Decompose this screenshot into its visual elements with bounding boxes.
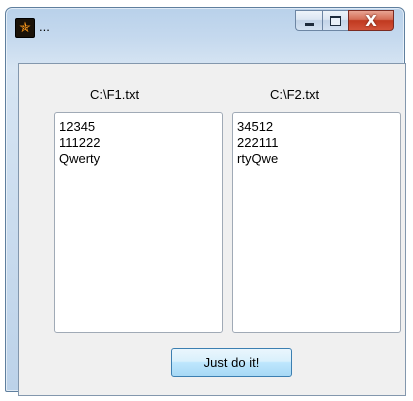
caption-buttons: X [295,10,394,31]
left-file-label: C:\F1.txt [90,87,140,102]
close-icon: X [365,11,377,30]
maximize-button[interactable] [322,10,348,31]
minimize-icon [304,22,314,26]
close-button[interactable]: X [348,10,394,31]
star-icon[interactable]: ✯ [15,18,35,38]
list-item[interactable]: Qwerty [59,151,222,167]
right-listbox[interactable]: 34512 222111 rtyQwe [232,112,401,333]
left-listbox[interactable]: 12345 111222 Qwerty [54,112,223,333]
list-item[interactable]: 34512 [237,119,400,135]
list-item[interactable]: rtyQwe [237,151,400,167]
right-file-label: C:\F2.txt [270,87,320,102]
list-item[interactable]: 222111 [237,135,400,151]
just-do-it-button[interactable]: Just do it! [171,348,292,377]
title-bar[interactable]: ✯ ... X [6,8,404,50]
window-title: ... [39,19,50,34]
minimize-button[interactable] [295,10,322,31]
list-item[interactable]: 111222 [59,135,222,151]
maximize-icon [330,15,341,26]
list-item[interactable]: 12345 [59,119,222,135]
app-window: ✯ ... X C:\F1.txt C:\F2.txt 12345 111222… [5,7,406,396]
client-area: C:\F1.txt C:\F2.txt 12345 111222 Qwerty … [18,63,406,396]
